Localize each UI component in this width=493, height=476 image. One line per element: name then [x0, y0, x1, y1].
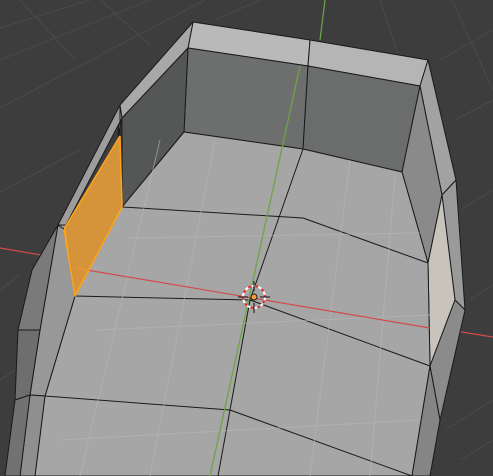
- y-axis-line: [319, 0, 326, 41]
- object-origin-icon: [250, 293, 258, 301]
- x-axis-line-right: [454, 330, 493, 338]
- 3d-viewport[interactable]: [0, 0, 493, 476]
